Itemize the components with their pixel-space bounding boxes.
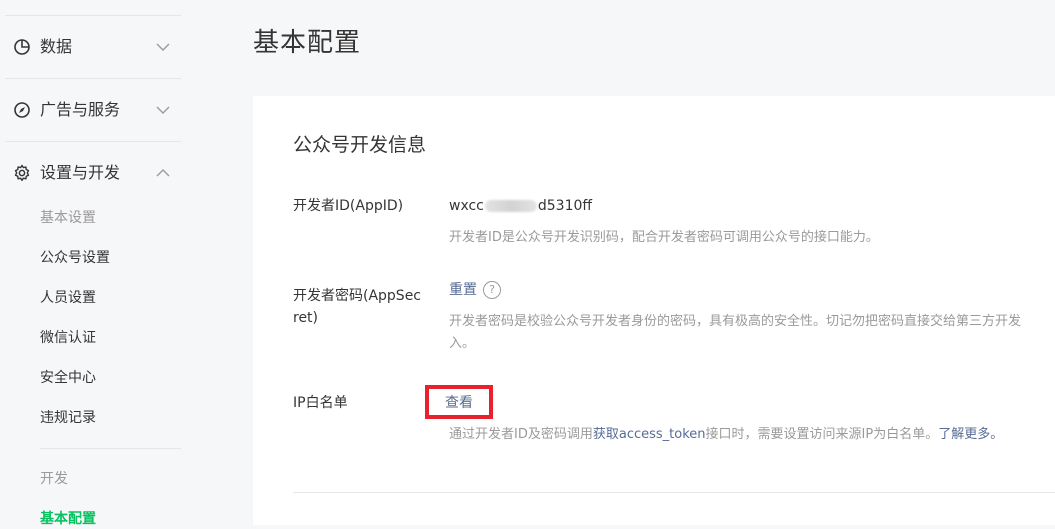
- sidebar-group-ads-services[interactable]: 广告与服务: [0, 90, 182, 130]
- sidebar-group-data[interactable]: 数据: [0, 27, 182, 67]
- sidebar-item-account-settings[interactable]: 公众号设置: [40, 248, 110, 268]
- sidebar-group-settings-dev[interactable]: 设置与开发: [0, 153, 182, 193]
- ip-hint-middle: 接口时，需要设置访问来源IP为白名单。: [705, 427, 939, 442]
- sidebar-item-violation-records[interactable]: 违规记录: [40, 408, 96, 428]
- sidebar-group-label: 设置与开发: [40, 163, 121, 182]
- ip-hint-prefix: 通过开发者ID及密码调用: [449, 427, 593, 442]
- masked-value: [484, 200, 537, 212]
- appsecret-hint-line2: 入。: [449, 336, 476, 351]
- chevron-down-icon: [156, 43, 170, 51]
- sidebar-divider: [5, 15, 181, 16]
- ip-whitelist-label: IP白名单: [293, 395, 348, 411]
- sidebar-group-label: 广告与服务: [40, 100, 121, 119]
- chevron-down-icon: [156, 106, 170, 114]
- appsecret-actions: 重置?: [449, 279, 501, 301]
- appid-value-prefix: wxcc: [449, 198, 484, 214]
- appsecret-label-line1: 开发者密码(AppSec: [293, 288, 422, 304]
- sidebar-divider: [40, 448, 181, 449]
- sidebar-item-staff-settings[interactable]: 人员设置: [40, 288, 96, 308]
- access-token-link[interactable]: 获取access_token: [593, 427, 706, 442]
- compass-icon: [14, 102, 30, 118]
- sidebar-item-basic-config[interactable]: 基本配置: [40, 509, 96, 529]
- gear-icon: [14, 164, 30, 181]
- sidebar-item-basic-settings[interactable]: 基本设置: [40, 208, 96, 228]
- sidebar-divider: [5, 141, 181, 142]
- sidebar-group-label: 数据: [40, 37, 73, 56]
- sidebar: 数据 广告与服务 设置与开发 基本设置 公众号设置 人员设置 微信认证 安全中心…: [0, 0, 182, 527]
- ip-whitelist-hint: 通过开发者ID及密码调用获取access_token接口时，需要设置访问来源IP…: [449, 424, 1003, 446]
- appid-value: wxcc d5310ff: [449, 195, 592, 217]
- section-title: 公众号开发信息: [293, 134, 427, 156]
- appsecret-label-line2: ret): [293, 310, 319, 326]
- chevron-up-icon: [156, 169, 170, 177]
- sidebar-section-dev: 开发: [40, 471, 68, 487]
- page-title: 基本配置: [253, 28, 362, 58]
- appsecret-label: 开发者密码(AppSec ret): [293, 285, 423, 329]
- learn-more-link[interactable]: 了解更多。: [938, 427, 1003, 442]
- appsecret-hint-line1: 开发者密码是校验公众号开发者身份的密码，具有极高的安全性。切记勿把密码直接交给第…: [449, 314, 1022, 329]
- appid-value-suffix: d5310ff: [537, 198, 593, 214]
- sidebar-item-wechat-verification[interactable]: 微信认证: [40, 328, 96, 348]
- view-whitelist-link[interactable]: 查看: [445, 392, 473, 412]
- section-divider: [293, 492, 1055, 493]
- view-whitelist-highlight: 查看: [425, 385, 493, 419]
- question-circle-icon[interactable]: ?: [483, 281, 501, 299]
- sidebar-item-security-center[interactable]: 安全中心: [40, 368, 96, 388]
- reset-secret-link[interactable]: 重置: [449, 282, 477, 298]
- pie-chart-icon: [14, 39, 30, 55]
- sidebar-divider: [5, 78, 181, 79]
- dev-info-card: 公众号开发信息 开发者ID(AppID) wxcc d5310ff 开发者ID是公…: [253, 96, 1055, 525]
- appid-label: 开发者ID(AppID): [293, 198, 404, 214]
- appid-hint: 开发者ID是公众号开发识别码，配合开发者密码可调用公众号的接口能力。: [449, 230, 879, 245]
